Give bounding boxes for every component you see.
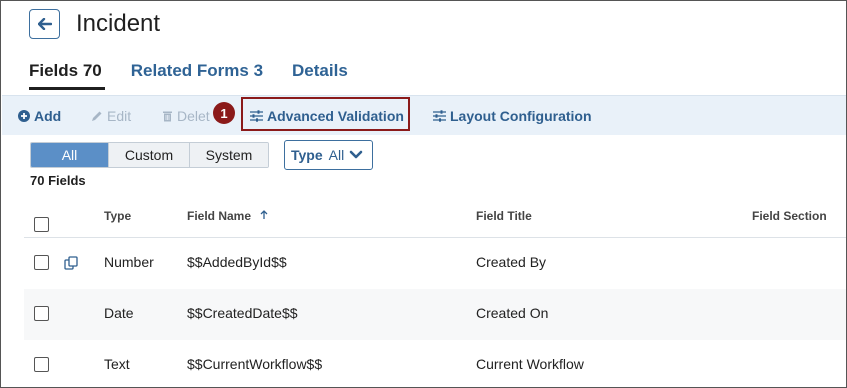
tab-related-forms[interactable]: Related Forms 3 (131, 61, 263, 81)
pencil-icon (92, 111, 102, 121)
sort-ascending-icon (260, 210, 268, 219)
plus-circle-icon (18, 110, 30, 122)
edit-button[interactable]: Edit (91, 96, 131, 136)
layout-configuration-label: Layout Configuration (450, 108, 592, 124)
table-row[interactable] (24, 289, 846, 340)
edit-label: Edit (107, 108, 132, 124)
column-header-field-title[interactable]: Field Title (476, 209, 532, 223)
active-tab-indicator (29, 87, 105, 90)
cell-type: Text (104, 356, 130, 372)
cell-type: Date (104, 305, 134, 321)
type-filter-label: Type (291, 147, 323, 163)
tab-details[interactable]: Details (292, 61, 348, 81)
sliders-icon (433, 110, 446, 122)
add-button[interactable]: Add (18, 96, 61, 136)
delete-button[interactable]: Delet (162, 96, 210, 136)
column-header-field-section[interactable]: Field Section (752, 209, 827, 223)
column-header-field-name[interactable]: Field Name (187, 209, 268, 223)
cell-field-name: $$CreatedDate$$ (187, 305, 298, 321)
segment-custom[interactable]: Custom (109, 143, 190, 167)
field-scope-segmented-control: All Custom System (30, 142, 269, 168)
callout-badge: 1 (213, 102, 235, 124)
delete-label: Delet (177, 108, 210, 124)
arrow-left-icon (37, 18, 52, 30)
row-checkbox[interactable] (34, 255, 49, 270)
tab-fields[interactable]: Fields 70 (29, 61, 102, 81)
cell-type: Number (104, 254, 154, 270)
segment-all[interactable]: All (31, 143, 109, 167)
column-header-type[interactable]: Type (104, 209, 131, 223)
chevron-down-icon (349, 150, 363, 159)
column-header-field-name-label: Field Name (187, 209, 252, 223)
row-checkbox[interactable] (34, 357, 49, 372)
row-checkbox[interactable] (34, 306, 49, 321)
cell-field-name: $$AddedById$$ (187, 254, 287, 270)
select-all-checkbox[interactable] (34, 217, 49, 232)
field-count: 70 Fields (30, 173, 86, 188)
callout-highlight-box (241, 97, 410, 131)
cell-field-title: Created By (476, 254, 547, 270)
toolbar: Add Edit Delet Advanced Validation Layou… (2, 95, 846, 136)
tab-bar: Fields 70 Related Forms 3 Details (29, 61, 377, 81)
table-row[interactable] (24, 340, 846, 387)
layout-configuration-button[interactable]: Layout Configuration (433, 96, 592, 136)
page-title: Incident (76, 10, 161, 37)
segment-system[interactable]: System (190, 143, 268, 167)
trash-icon (163, 111, 172, 122)
back-button[interactable] (29, 9, 60, 39)
cell-field-title: Created On (476, 305, 549, 321)
copy-icon[interactable] (64, 256, 78, 270)
type-filter-value: All (328, 147, 345, 163)
add-label: Add (34, 108, 62, 124)
cell-field-title: Current Workflow (476, 356, 584, 372)
type-filter-dropdown[interactable]: Type All (284, 140, 373, 170)
cell-field-name: $$CurrentWorkflow$$ (187, 356, 323, 372)
app-window: Incident Fields 70 Related Forms 3 Detai… (0, 0, 847, 388)
